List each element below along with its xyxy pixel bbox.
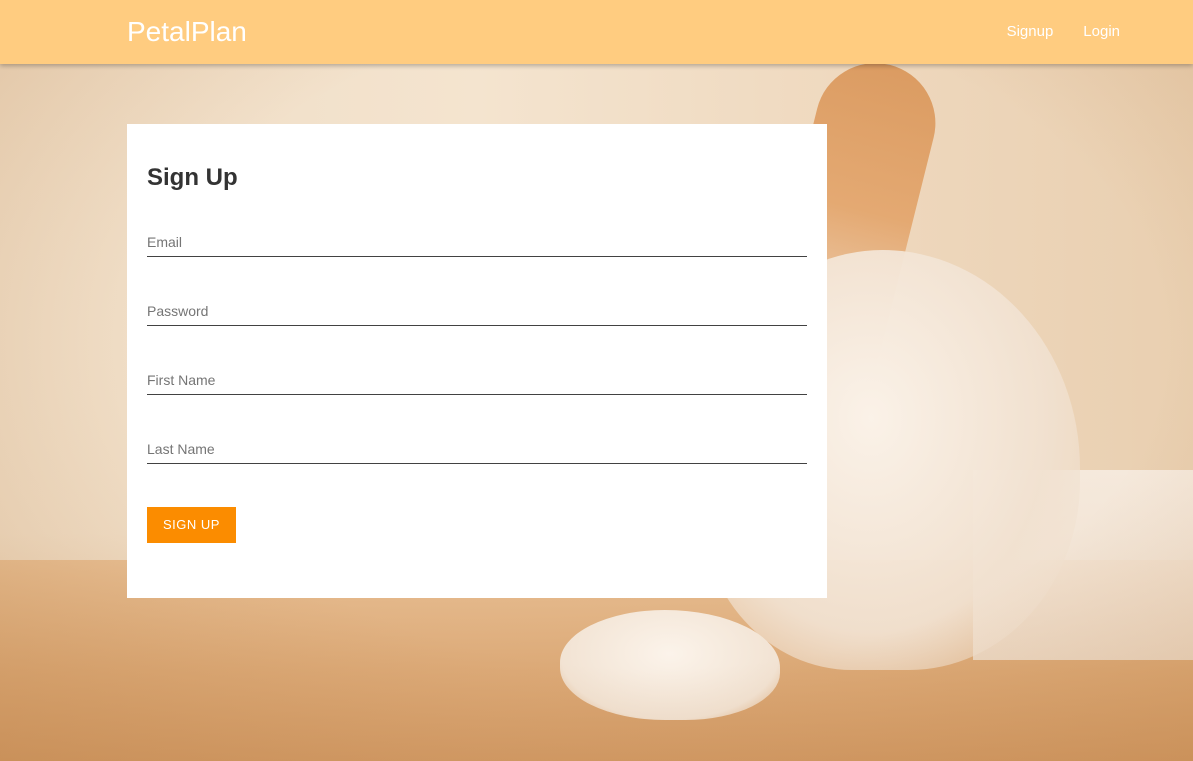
password-field[interactable] <box>147 286 807 325</box>
nav-login-link[interactable]: Login <box>1083 0 1120 64</box>
signup-card: Sign Up SIGN UP <box>127 124 827 598</box>
top-navbar: PetalPlan Signup Login <box>0 0 1193 64</box>
first-name-field-wrapper <box>147 355 807 395</box>
brand-logo[interactable]: PetalPlan <box>127 14 247 50</box>
email-field[interactable] <box>147 217 807 256</box>
password-field-wrapper <box>147 286 807 326</box>
email-field-wrapper <box>147 217 807 257</box>
nav-links: Signup Login <box>1007 0 1120 64</box>
last-name-field-wrapper <box>147 424 807 464</box>
nav-signup-link[interactable]: Signup <box>1007 0 1054 64</box>
last-name-field[interactable] <box>147 424 807 463</box>
page-title: Sign Up <box>147 164 238 191</box>
first-name-field[interactable] <box>147 355 807 394</box>
sign-up-button[interactable]: SIGN UP <box>147 507 236 543</box>
